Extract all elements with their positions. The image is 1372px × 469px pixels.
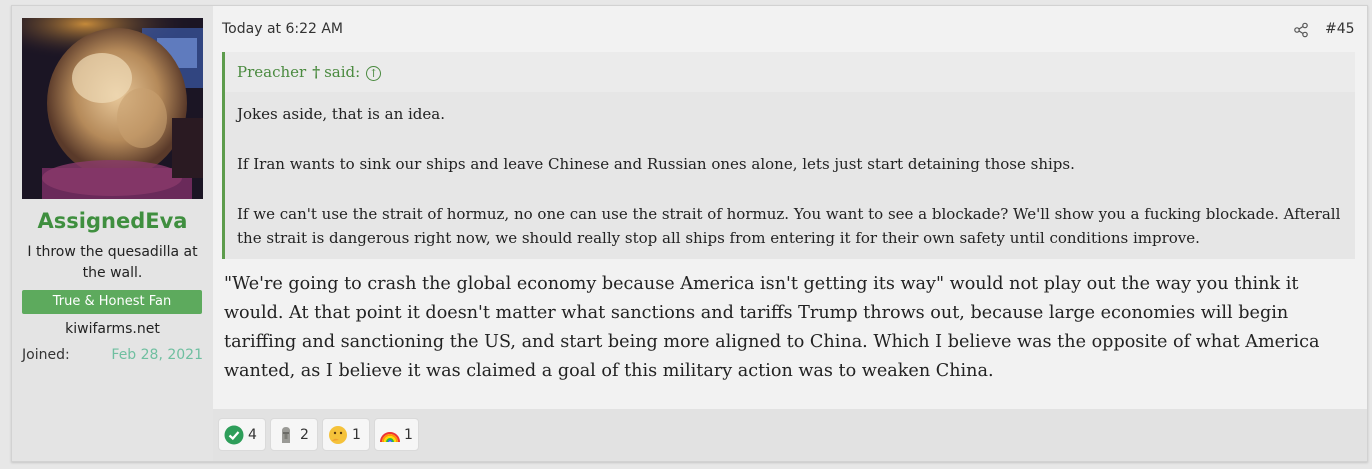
joined-date: Feb 28, 2021 (111, 347, 203, 363)
checkmark-icon (224, 425, 244, 445)
reaction-count: 1 (404, 427, 413, 443)
user-banner: True & Honest Fan (22, 290, 202, 314)
user-site: kiwifarms.net (65, 321, 160, 337)
quote-block: Preacher † said: ↑ Jokes aside, that is an … (222, 52, 1355, 259)
reaction-count: 2 (300, 427, 309, 443)
user-title: I throw the quesadilla at the wall. (27, 244, 198, 281)
reaction-checkmark[interactable]: 4 (218, 418, 266, 451)
post-main: Today at 6:22 AM #45 Preacher † said: ↑ Jok… (213, 6, 1367, 461)
thinking-face-icon (328, 425, 348, 445)
reaction-count: 1 (352, 427, 361, 443)
reaction-rainbow[interactable]: 1 (374, 418, 419, 451)
quote-paragraph: Jokes aside, that is an idea. (237, 105, 445, 123)
cross-icon: † (312, 63, 321, 81)
user-sidebar: AssignedEva I throw the quesadilla at th… (12, 6, 213, 461)
username[interactable]: AssignedEva (12, 209, 213, 233)
avatar[interactable] (22, 18, 203, 199)
reaction-moai[interactable]: 2 (270, 418, 318, 451)
quote-header: Preacher † said: ↑ (225, 52, 1355, 92)
reaction-count: 4 (248, 427, 257, 443)
post-date[interactable]: Today at 6:22 AM (222, 21, 343, 37)
rainbow-icon (380, 425, 400, 445)
quote-said: said: (324, 63, 361, 81)
share-icon[interactable] (1293, 22, 1309, 38)
quote-author-name[interactable]: Preacher (237, 63, 306, 81)
moai-icon (276, 425, 296, 445)
arrow-up-circle-icon[interactable]: ↑ (366, 65, 382, 81)
post-container: AssignedEva I throw the quesadilla at th… (11, 5, 1368, 462)
quote-paragraph: If we can't use the strait of hormuz, no… (237, 205, 1341, 247)
joined-label: Joined: (22, 347, 70, 363)
message-body: "We're going to crash the global economy… (224, 274, 1320, 381)
reaction-thinking[interactable]: 1 (322, 418, 370, 451)
quote-body: Jokes aside, that is an idea. If Iran wa… (237, 102, 1347, 250)
reactions-bar: 4 2 1 1 (213, 409, 1367, 461)
post-number[interactable]: #45 (1325, 21, 1355, 37)
quote-attribution: Preacher † said: ↑ (237, 63, 382, 81)
quote-paragraph: If Iran wants to sink our ships and leav… (237, 155, 1075, 173)
